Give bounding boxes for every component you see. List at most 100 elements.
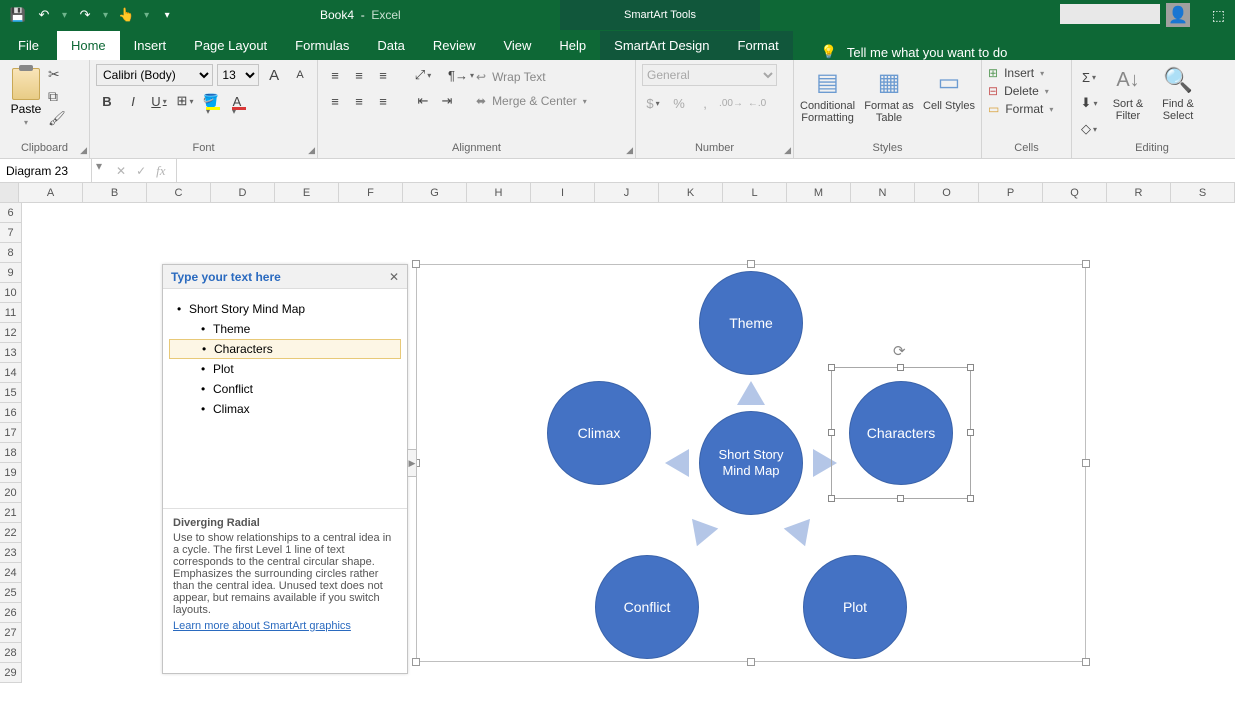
tab-page-layout[interactable]: Page Layout — [180, 31, 281, 60]
text-pane-item[interactable]: Characters — [169, 339, 401, 359]
comma-icon[interactable]: , — [694, 92, 716, 114]
clipboard-launcher-icon[interactable]: ◢ — [80, 145, 87, 156]
increase-decimal-icon[interactable]: .00→ — [720, 92, 742, 114]
align-top-icon[interactable]: ≡ — [324, 64, 346, 86]
tab-help[interactable]: Help — [545, 31, 600, 60]
paste-button[interactable]: Paste ▾ — [6, 64, 46, 140]
text-direction-icon[interactable]: ¶→ — [450, 64, 472, 86]
text-pane-item[interactable]: Theme — [169, 319, 401, 339]
percent-icon[interactable]: % — [668, 92, 690, 114]
format-as-table-button[interactable]: ▦ Format as Table — [863, 66, 915, 124]
shape-selection-frame[interactable]: ⟳ — [831, 367, 971, 499]
redo-icon[interactable]: ↷ — [77, 7, 93, 23]
column-header[interactable]: B — [83, 183, 147, 202]
format-painter-icon[interactable]: 🖌 — [48, 110, 66, 126]
row-header[interactable]: 19 — [0, 463, 22, 483]
wrap-text-button[interactable]: ↩ Wrap Text — [476, 70, 587, 84]
column-header[interactable]: H — [467, 183, 531, 202]
column-header[interactable]: C — [147, 183, 211, 202]
row-header[interactable]: 27 — [0, 623, 22, 643]
row-header[interactable]: 9 — [0, 263, 22, 283]
insert-cells-button[interactable]: ⊞Insert▾ — [988, 66, 1065, 80]
text-pane-item[interactable]: Conflict — [169, 379, 401, 399]
touch-mode-icon[interactable]: 👆 — [118, 7, 134, 23]
row-header[interactable]: 20 — [0, 483, 22, 503]
underline-button[interactable]: U — [148, 90, 170, 112]
align-left-icon[interactable]: ≡ — [324, 90, 346, 112]
decrease-decimal-icon[interactable]: ←.0 — [746, 92, 768, 114]
tab-data[interactable]: Data — [363, 31, 418, 60]
column-header[interactable]: R — [1107, 183, 1171, 202]
smartart-shape-theme[interactable]: Theme — [699, 271, 803, 375]
row-header[interactable]: 23 — [0, 543, 22, 563]
column-header[interactable]: Q — [1043, 183, 1107, 202]
row-header[interactable]: 16 — [0, 403, 22, 423]
tab-review[interactable]: Review — [419, 31, 490, 60]
row-header[interactable]: 17 — [0, 423, 22, 443]
column-header[interactable]: L — [723, 183, 787, 202]
tab-file[interactable]: File — [0, 31, 57, 60]
row-header[interactable]: 12 — [0, 323, 22, 343]
user-signin-box[interactable] — [1060, 4, 1160, 24]
row-header[interactable]: 24 — [0, 563, 22, 583]
autosum-icon[interactable]: Σ — [1078, 66, 1100, 88]
text-pane-item[interactable]: Plot — [169, 359, 401, 379]
rotation-handle-icon[interactable]: ⟳ — [893, 342, 906, 360]
tab-formulas[interactable]: Formulas — [281, 31, 363, 60]
font-name-select[interactable]: Calibri (Body) — [96, 64, 213, 86]
align-right-icon[interactable]: ≡ — [372, 90, 394, 112]
alignment-launcher-icon[interactable]: ◢ — [626, 145, 633, 156]
tab-view[interactable]: View — [489, 31, 545, 60]
save-icon[interactable]: 💾 — [10, 7, 26, 23]
decrease-font-icon[interactable]: A — [289, 64, 311, 86]
delete-cells-button[interactable]: ⊟Delete▾ — [988, 84, 1065, 98]
select-all-corner[interactable] — [0, 183, 19, 202]
column-header[interactable]: N — [851, 183, 915, 202]
tab-smartart-design[interactable]: SmartArt Design — [600, 31, 723, 60]
user-avatar-icon[interactable]: 👤 — [1166, 3, 1190, 27]
copy-icon[interactable]: ⧉ — [48, 88, 66, 104]
row-header[interactable]: 25 — [0, 583, 22, 603]
borders-button[interactable]: ⊞ — [174, 90, 196, 112]
font-size-select[interactable]: 13 — [217, 64, 259, 86]
fill-icon[interactable]: ⬇ — [1078, 92, 1100, 114]
smartart-shape-conflict[interactable]: Conflict — [595, 555, 699, 659]
row-header[interactable]: 29 — [0, 663, 22, 683]
smartart-shape-plot[interactable]: Plot — [803, 555, 907, 659]
ribbon-display-options-icon[interactable]: ⬚ — [1212, 7, 1225, 24]
undo-icon[interactable]: ↶ — [36, 7, 52, 23]
number-launcher-icon[interactable]: ◢ — [784, 145, 791, 156]
text-pane-item[interactable]: Short Story Mind Map — [169, 299, 401, 319]
learn-more-link[interactable]: Learn more about SmartArt graphics — [173, 620, 351, 632]
fx-icon[interactable]: fx — [156, 163, 165, 179]
align-bottom-icon[interactable]: ≡ — [372, 64, 394, 86]
accounting-format-icon[interactable]: $ — [642, 92, 664, 114]
cell-styles-button[interactable]: ▭ Cell Styles — [923, 66, 975, 112]
smartart-center-shape[interactable]: Short Story Mind Map — [699, 411, 803, 515]
formula-input[interactable] — [177, 159, 1235, 182]
column-header[interactable]: D — [211, 183, 275, 202]
increase-indent-icon[interactable]: ⇥ — [436, 90, 458, 112]
row-header[interactable]: 15 — [0, 383, 22, 403]
sort-filter-button[interactable]: A↓ Sort & Filter — [1106, 64, 1150, 140]
column-header[interactable]: S — [1171, 183, 1235, 202]
column-header[interactable]: K — [659, 183, 723, 202]
decrease-indent-icon[interactable]: ⇤ — [412, 90, 434, 112]
row-header[interactable]: 11 — [0, 303, 22, 323]
column-header[interactable]: O — [915, 183, 979, 202]
font-launcher-icon[interactable]: ◢ — [308, 145, 315, 156]
bold-button[interactable]: B — [96, 90, 118, 112]
row-header[interactable]: 21 — [0, 503, 22, 523]
column-header[interactable]: J — [595, 183, 659, 202]
orientation-icon[interactable]: ⤢ — [412, 64, 434, 86]
merge-center-button[interactable]: ⬌ Merge & Center ▾ — [476, 94, 587, 108]
column-header[interactable]: P — [979, 183, 1043, 202]
italic-button[interactable]: I — [122, 90, 144, 112]
column-header[interactable]: G — [403, 183, 467, 202]
increase-font-icon[interactable]: A — [263, 64, 285, 86]
cut-icon[interactable]: ✂ — [48, 66, 66, 82]
column-header[interactable]: M — [787, 183, 851, 202]
cancel-formula-icon[interactable]: ✕ — [116, 164, 126, 178]
align-center-icon[interactable]: ≡ — [348, 90, 370, 112]
text-pane-list[interactable]: Short Story Mind MapThemeCharactersPlotC… — [163, 289, 407, 509]
